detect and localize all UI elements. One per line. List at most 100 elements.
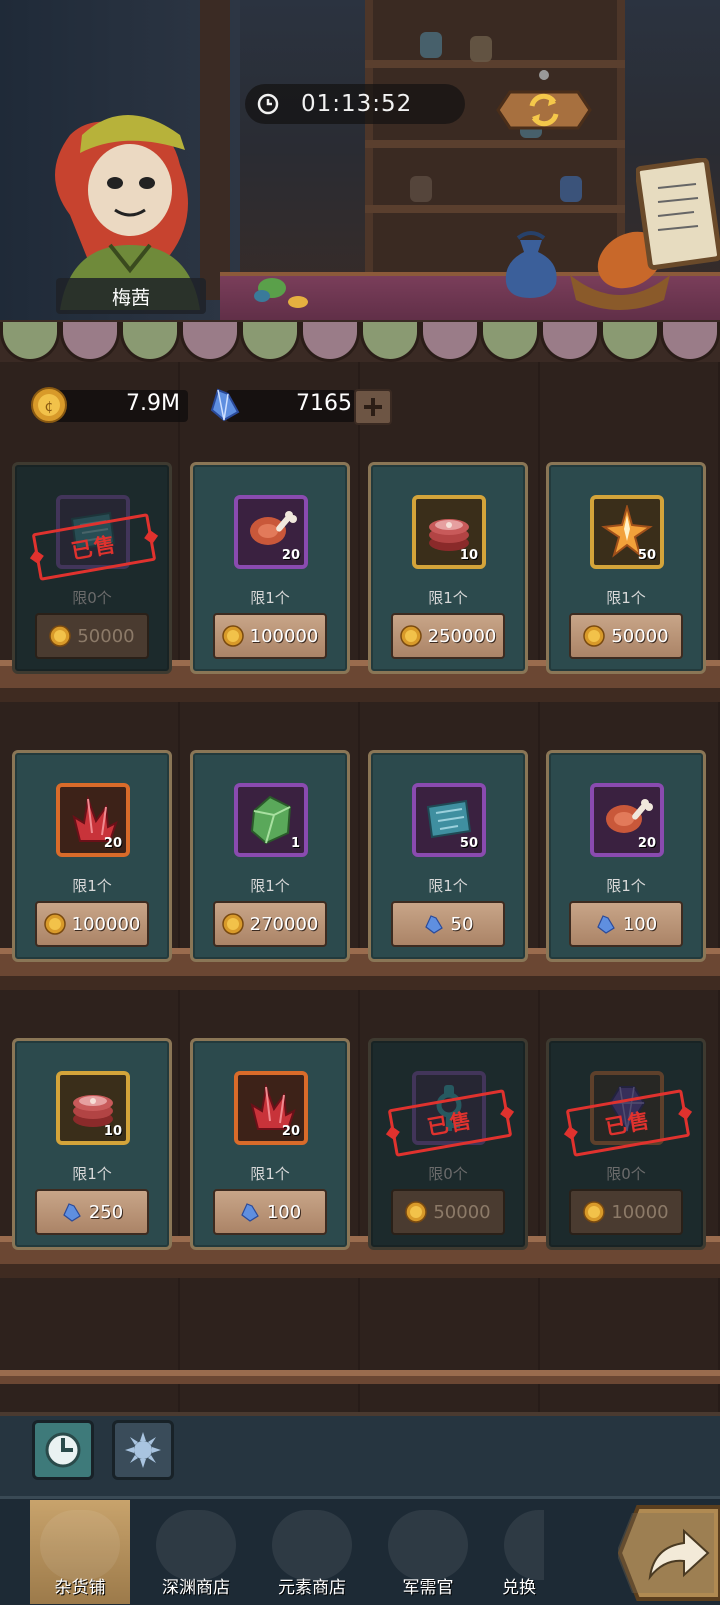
item-quantity: 10 xyxy=(459,548,478,563)
shop-scene: 梅茜 01:13:52 xyxy=(0,0,720,330)
shelf-board xyxy=(365,140,625,148)
item-slot: 20 xyxy=(234,1071,308,1145)
price-value: 50000 xyxy=(433,1201,491,1223)
element-toggle[interactable] xyxy=(112,1420,174,1480)
shop-item-card[interactable]: 50 限1个 50 xyxy=(368,750,528,962)
gold-coin-icon xyxy=(405,1201,428,1223)
awning-scallop xyxy=(600,322,660,362)
element-icon xyxy=(272,1510,352,1580)
awning-scallop xyxy=(660,322,720,362)
item-slot: 20 xyxy=(56,783,130,857)
buy-button: 50000 xyxy=(35,613,149,659)
gem-icon xyxy=(424,915,443,934)
item-quantity: 20 xyxy=(637,836,656,851)
shop-item-card[interactable]: 20 限1个 100 xyxy=(546,750,706,962)
price-value: 250000 xyxy=(427,625,497,647)
nav-tab-label: 深渊商店 xyxy=(162,1578,230,1598)
awning-scallops xyxy=(0,322,720,362)
green-gem-icon xyxy=(250,795,292,845)
nav-tab-label: 军需官 xyxy=(402,1578,454,1598)
sold-stamp-text: 已售 xyxy=(425,1108,475,1140)
refresh-circle-icon xyxy=(45,1432,81,1468)
go-arrow-button[interactable] xyxy=(618,1503,720,1603)
refresh-timer: 01:13:52 xyxy=(245,84,465,124)
item-slot: 10 xyxy=(56,1071,130,1145)
item-quantity: 20 xyxy=(103,836,122,851)
item-slot: 10 xyxy=(412,495,486,569)
buy-button[interactable]: 100 xyxy=(569,901,683,947)
price-value: 270000 xyxy=(249,913,319,935)
refresh-button[interactable] xyxy=(496,70,592,132)
nav-tab[interactable]: 深渊商店 xyxy=(146,1500,246,1604)
buy-button[interactable]: 100000 xyxy=(213,613,327,659)
sold-stamp-text: 已售 xyxy=(69,532,119,564)
shop-item-card[interactable]: 10 限1个 250000 xyxy=(368,462,528,674)
buy-button[interactable]: 250 xyxy=(35,1189,149,1235)
item-slot: 20 xyxy=(590,783,664,857)
awning-scallop xyxy=(120,322,180,362)
buy-button[interactable]: 270000 xyxy=(213,901,327,947)
gold-coin-icon xyxy=(221,913,244,935)
awning-scallop xyxy=(480,322,540,362)
gem-balance: 7165 xyxy=(296,391,352,416)
purchase-limit: 限0个 xyxy=(72,589,112,607)
menu-board-decor xyxy=(636,158,720,270)
shop-item-card: 限0个 10000 已售 xyxy=(546,1038,706,1250)
price-value: 250 xyxy=(88,1201,124,1223)
awning-scallop xyxy=(360,322,420,362)
shop-item-card[interactable]: 20 限1个 100 xyxy=(190,1038,350,1250)
jar-decor xyxy=(420,32,442,58)
item-slot: 20 xyxy=(234,495,308,569)
gold-coin-icon xyxy=(49,625,72,647)
shop-view-toggle[interactable] xyxy=(32,1420,94,1480)
buy-button[interactable]: 100 xyxy=(213,1189,327,1235)
shop-item-card[interactable]: 10 限1个 250 xyxy=(12,1038,172,1250)
purchase-limit: 限1个 xyxy=(606,589,646,607)
shop-item-card[interactable]: 50 限1个 50000 xyxy=(546,462,706,674)
buy-button: 10000 xyxy=(569,1189,683,1235)
price-value: 50000 xyxy=(611,625,669,647)
plus-icon xyxy=(364,398,382,416)
price-value: 100000 xyxy=(71,913,141,935)
exchange-icon xyxy=(504,1510,544,1580)
shop-item-card[interactable]: 1 限1个 270000 xyxy=(190,750,350,962)
buy-button[interactable]: 50 xyxy=(391,901,505,947)
purchase-limit: 限0个 xyxy=(428,1165,468,1183)
awning-scallop xyxy=(300,322,360,362)
add-gems-button[interactable] xyxy=(354,389,392,425)
svg-text:¢: ¢ xyxy=(45,399,54,415)
shop-item-card[interactable]: 20 限1个 100000 xyxy=(190,462,350,674)
awning-scallop xyxy=(180,322,240,362)
nav-tab[interactable]: 元素商店 xyxy=(262,1500,362,1604)
gold-coin-icon xyxy=(583,625,606,647)
nav-tab-label: 兑换 xyxy=(502,1578,536,1598)
nav-tab[interactable]: 杂货铺 xyxy=(30,1500,130,1604)
pouch-decor xyxy=(505,231,557,298)
gold-coin-icon xyxy=(221,625,244,647)
item-quantity: 50 xyxy=(459,836,478,851)
gold-coin-icon xyxy=(399,625,422,647)
shop-item-card[interactable]: 20 限1个 100000 xyxy=(12,750,172,962)
buy-button[interactable]: 100000 xyxy=(35,901,149,947)
price-value: 100 xyxy=(622,913,658,935)
sun-icon xyxy=(125,1432,161,1468)
purchase-limit: 限1个 xyxy=(606,877,646,895)
timer-text: 01:13:52 xyxy=(301,91,413,117)
item-quantity: 20 xyxy=(281,548,300,563)
gold-balance: 7.9M xyxy=(126,391,180,416)
sold-stamp: 已售 xyxy=(31,513,157,581)
purchase-limit: 限0个 xyxy=(606,1165,646,1183)
buy-button[interactable]: 250000 xyxy=(391,613,505,659)
sold-stamp: 已售 xyxy=(565,1089,691,1157)
jar-decor xyxy=(470,36,492,62)
buy-button[interactable]: 50000 xyxy=(569,613,683,659)
item-slot: 50 xyxy=(412,783,486,857)
price-value: 10000 xyxy=(611,1201,669,1223)
counter-gems-decor xyxy=(254,278,308,308)
shop-item-card: 限0个 50000 已售 xyxy=(12,462,172,674)
purchase-limit: 限1个 xyxy=(72,1165,112,1183)
purchase-limit: 限1个 xyxy=(428,589,468,607)
nav-tab[interactable]: 兑换 xyxy=(494,1500,544,1604)
item-quantity: 50 xyxy=(637,548,656,563)
nav-tab[interactable]: 军需官 xyxy=(378,1500,478,1604)
